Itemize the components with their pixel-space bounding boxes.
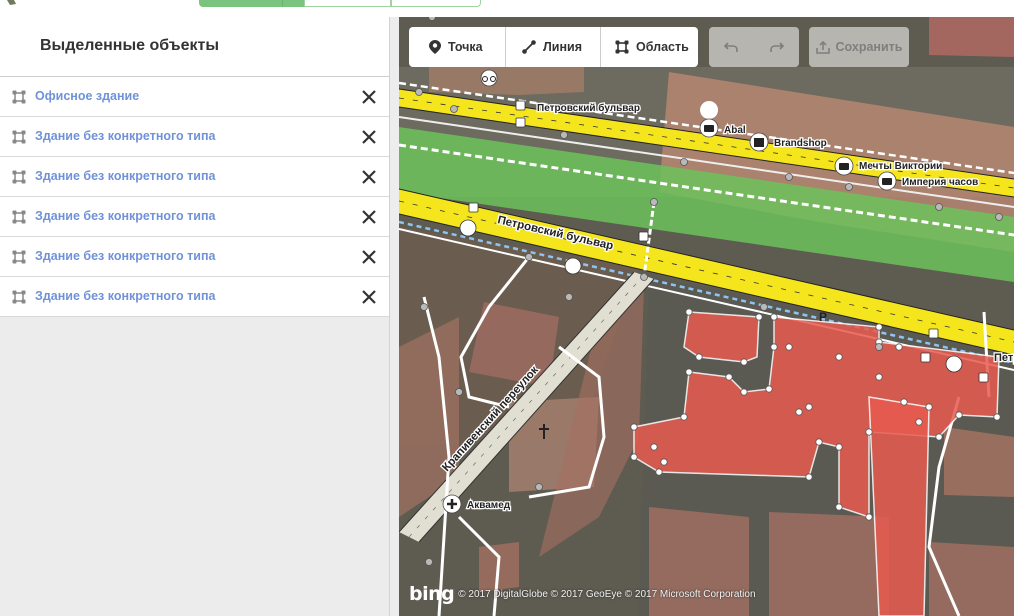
poi-pin-mechty[interactable]	[834, 156, 854, 176]
area-icon	[12, 130, 26, 144]
close-icon[interactable]	[361, 169, 377, 185]
map-label-petr-edge: Петр	[994, 352, 1014, 364]
copyright-text: © 2017 DigitalGlobe © 2017 GeoEye © 2017…	[458, 588, 756, 600]
building[interactable]	[944, 427, 1014, 497]
save-button[interactable]: Сохранить	[809, 27, 909, 67]
selected-feature-row[interactable]: Здание без конкретного типа	[0, 197, 389, 237]
sidebar-title: Выделенные объекты	[40, 37, 219, 54]
redo-icon	[769, 42, 784, 52]
upload-icon	[815, 40, 830, 54]
add-area-label: Область	[636, 40, 689, 54]
bing-logo: bing	[409, 583, 455, 605]
add-line-button[interactable]: Линия	[506, 27, 601, 67]
poi-pin-parking[interactable]: P	[819, 310, 827, 324]
mode-tab-2[interactable]	[282, 0, 304, 7]
line-icon	[522, 40, 536, 54]
close-icon[interactable]	[361, 249, 377, 265]
building[interactable]	[769, 512, 889, 616]
building[interactable]	[429, 67, 584, 95]
area-icon	[615, 40, 629, 54]
selected-feature-label[interactable]: Здание без конкретного типа	[35, 209, 215, 223]
poi-pin-bike[interactable]	[480, 69, 498, 87]
sidebar-header: Выделенные объекты	[0, 17, 389, 77]
mode-tab-1[interactable]	[199, 0, 282, 7]
add-area-button[interactable]: Область	[601, 27, 698, 67]
undo-button[interactable]	[709, 27, 754, 67]
map-layer[interactable]: P Петровский бульвар Abal Brandshop Мечт…	[399, 17, 1014, 616]
selected-feature-label[interactable]: Здание без конкретного типа	[35, 129, 215, 143]
add-point-label: Точка	[448, 40, 483, 54]
area-icon	[12, 290, 26, 304]
area-icon	[12, 210, 26, 224]
undo-icon	[724, 42, 738, 52]
area-icon	[12, 170, 26, 184]
map-label-petrovsky-top: Петровский бульвар	[537, 102, 640, 114]
poi-pin-akvamed[interactable]	[442, 494, 462, 514]
app-logo-icon	[7, 0, 16, 5]
poi-pin-imperia[interactable]	[877, 171, 897, 191]
selected-feature-row[interactable]: Офисное здание	[0, 77, 389, 117]
sidebar: Выделенные объекты Офисное здание Здание…	[0, 17, 390, 616]
selected-feature-row[interactable]: Здание без конкретного типа	[0, 237, 389, 277]
area-icon	[12, 250, 26, 264]
mode-tab-3[interactable]	[304, 0, 391, 7]
map-canvas[interactable]: P Петровский бульвар Abal Brandshop Мечт…	[399, 17, 1014, 616]
top-bar	[0, 0, 1014, 17]
close-icon[interactable]	[361, 89, 377, 105]
selected-feature-label[interactable]: Здание без конкретного типа	[35, 249, 215, 263]
building[interactable]	[929, 17, 1014, 57]
map-label-brandshop: Brandshop	[774, 138, 827, 149]
selected-feature-label[interactable]: Здание без конкретного типа	[35, 169, 215, 183]
selected-feature-label[interactable]: Здание без конкретного типа	[35, 289, 215, 303]
redo-button[interactable]	[754, 27, 799, 67]
area-icon	[12, 90, 26, 104]
map-label-imperia: Империя часов	[902, 177, 978, 188]
map-label-mechty: Мечты Виктории	[859, 161, 942, 172]
selected-feature-label[interactable]: Офисное здание	[35, 89, 139, 103]
selected-feature-row[interactable]: Здание без конкретного типа	[0, 277, 389, 317]
poi-pin-brandshop[interactable]	[749, 132, 769, 152]
save-label: Сохранить	[835, 40, 903, 54]
map-label-akvamed: Аквамед	[467, 500, 511, 511]
svg-text:P: P	[819, 310, 827, 324]
add-point-button[interactable]: Точка	[409, 27, 506, 67]
pin-icon	[429, 40, 441, 54]
close-icon[interactable]	[361, 129, 377, 145]
close-icon[interactable]	[361, 209, 377, 225]
add-line-label: Линия	[543, 40, 582, 54]
selected-building[interactable]	[683, 311, 760, 363]
mode-tab-4[interactable]	[391, 0, 481, 7]
map-attribution: bing © 2017 DigitalGlobe © 2017 GeoEye ©…	[409, 583, 756, 605]
selected-feature-row[interactable]: Здание без конкретного типа	[0, 157, 389, 197]
selected-feature-row[interactable]: Здание без конкретного типа	[0, 117, 389, 157]
selected-building[interactable]	[868, 396, 930, 616]
close-icon[interactable]	[361, 289, 377, 305]
map-label-abal: Abal	[724, 125, 746, 136]
